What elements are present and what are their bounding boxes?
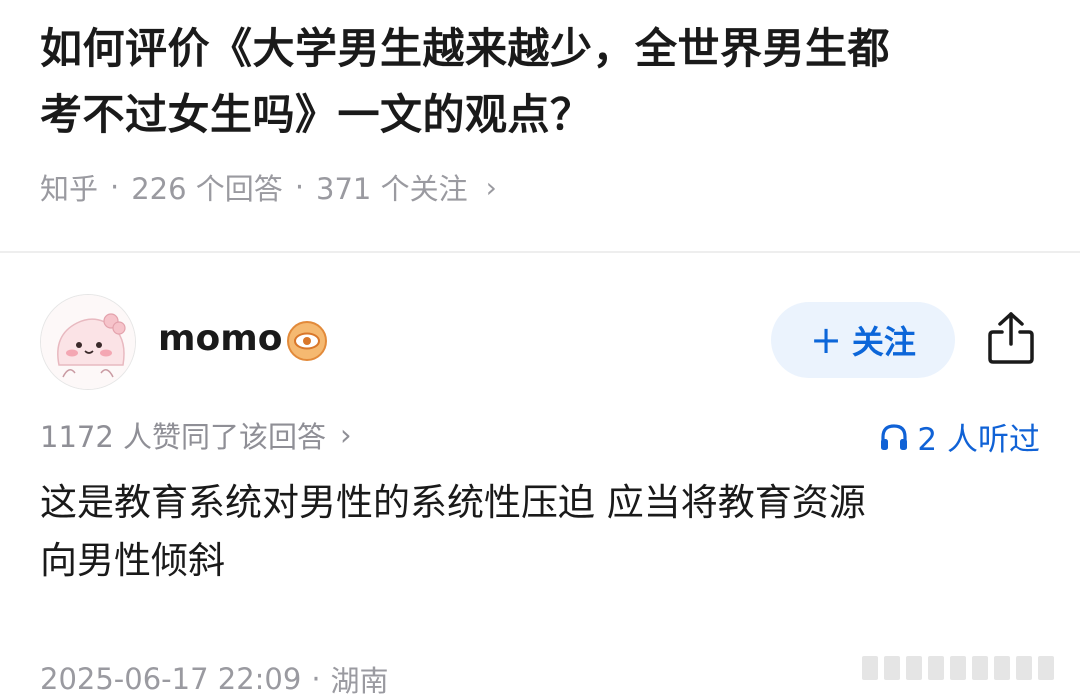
listened-text: 2 人听过: [917, 422, 1040, 458]
share-icon[interactable]: [985, 310, 1037, 366]
separator-dot: ·: [110, 170, 120, 204]
separator-dot: ·: [311, 662, 321, 696]
likes-text: 1172 人赞同了该回答: [40, 420, 327, 454]
divider: [0, 251, 1080, 253]
chevron-right-icon: ›: [340, 418, 352, 452]
timestamp: 2025-06-17 22:09: [40, 662, 302, 696]
follower-count: 371 个关注: [316, 172, 468, 206]
answer-line2: 向男性倾斜: [40, 539, 225, 582]
avatar[interactable]: [40, 294, 136, 390]
location: 湖南: [330, 664, 389, 698]
answer-line1: 这是教育系统对男性的系统性压迫 应当将教育资源: [40, 481, 866, 524]
answer-count: 226 个回答: [131, 172, 283, 206]
likes-info[interactable]: 1172 人赞同了该回答 ›: [40, 414, 352, 456]
answer-footer-meta: 2025-06-17 22:09 · 湖南: [40, 658, 389, 700]
headphones-icon: [881, 423, 908, 450]
follow-button[interactable]: + 关注: [771, 302, 955, 378]
eye-badge-icon: [286, 320, 328, 362]
question-meta[interactable]: 知乎 · 226 个回答 · 371 个关注 ›: [40, 166, 497, 208]
watermark-icon: [858, 648, 1074, 688]
answer-content[interactable]: 这是教育系统对男性的系统性压迫 应当将教育资源 向男性倾斜: [40, 474, 1040, 590]
question-title-line2: 考不过女生吗》一文的观点？: [40, 90, 593, 139]
listen-button[interactable]: 2 人听过: [879, 414, 1040, 459]
separator-dot: ·: [294, 170, 305, 204]
source-label: 知乎: [40, 172, 99, 206]
plus-icon: +: [810, 318, 842, 362]
question-title[interactable]: 如何评价《大学男生越来越少，全世界男生都 考不过女生吗》一文的观点？: [40, 16, 1040, 148]
chevron-right-icon: ›: [485, 170, 497, 204]
author-name[interactable]: momo: [158, 318, 283, 359]
question-header[interactable]: 如何评价《大学男生越来越少，全世界男生都 考不过女生吗》一文的观点？: [40, 16, 1040, 148]
follow-label: 关注: [851, 323, 916, 361]
question-title-line1: 如何评价《大学男生越来越少，全世界男生都: [40, 24, 891, 73]
